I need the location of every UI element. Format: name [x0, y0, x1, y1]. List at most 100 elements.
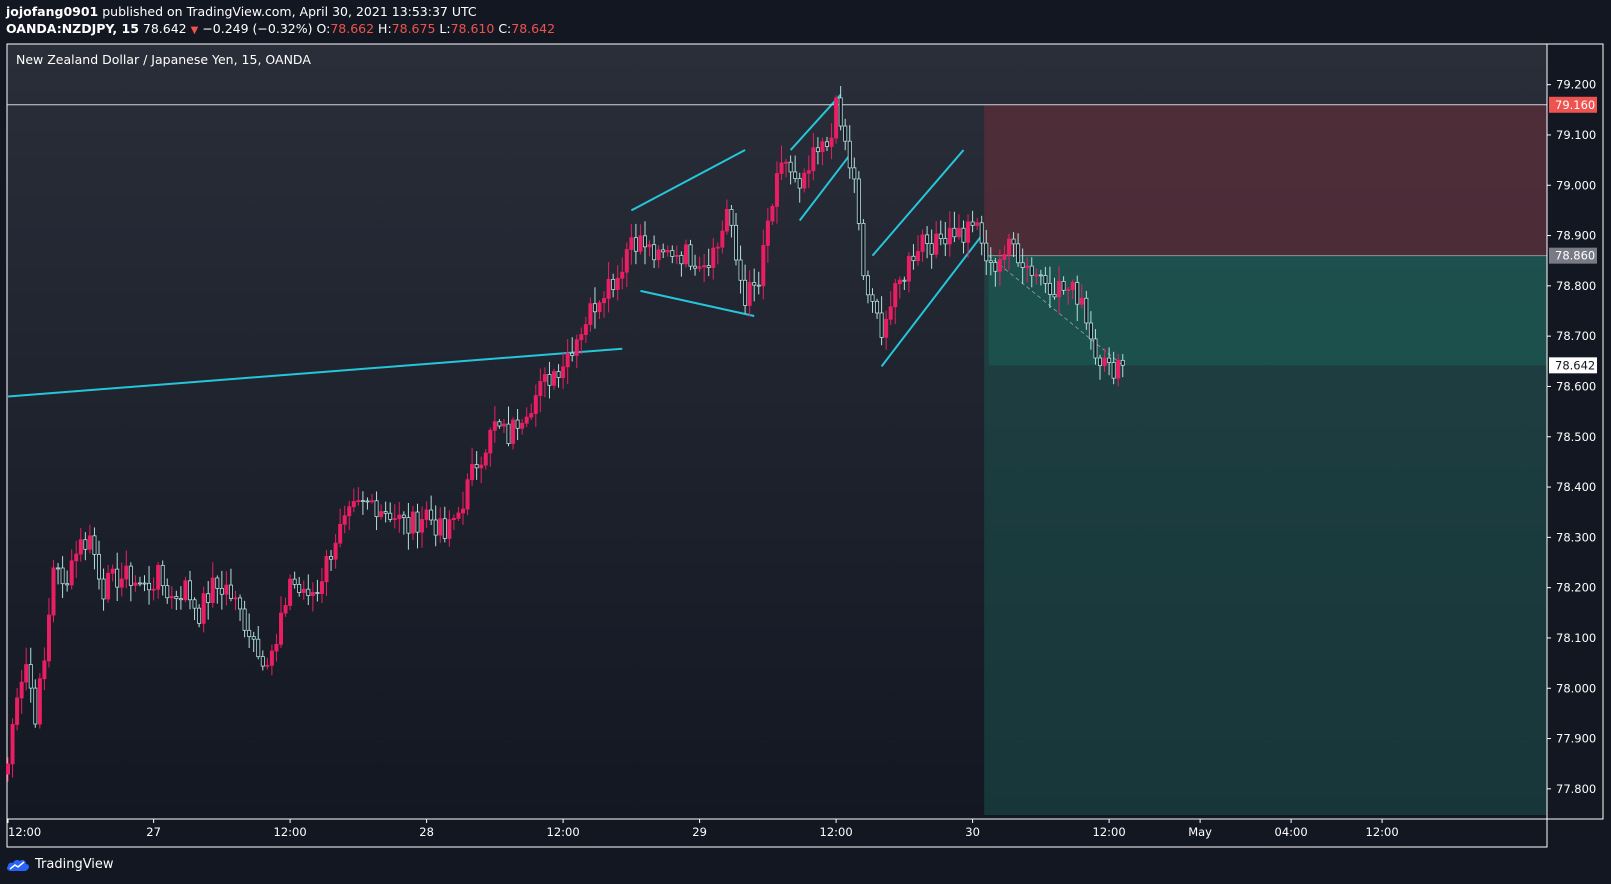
- candle-body: [693, 265, 698, 269]
- candle-body: [947, 227, 952, 245]
- candle-body: [69, 560, 74, 586]
- candle-body: [984, 242, 989, 262]
- candle-body: [474, 464, 479, 469]
- candle-body: [197, 607, 202, 624]
- candle-body: [583, 324, 588, 335]
- candle-body: [6, 763, 11, 775]
- candle-body: [1029, 265, 1034, 276]
- candle-body: [884, 318, 889, 338]
- candle-body: [615, 277, 620, 290]
- candle-body: [1107, 357, 1112, 363]
- candle-body: [829, 137, 834, 147]
- candle-body: [747, 282, 752, 306]
- candle-body: [511, 419, 516, 444]
- candle-body: [219, 587, 224, 595]
- candle-body: [1093, 338, 1098, 359]
- candle-body: [911, 255, 916, 262]
- candle-body: [187, 580, 192, 601]
- candle-body: [620, 271, 625, 279]
- candle-body: [702, 265, 707, 268]
- candle-body: [825, 141, 830, 147]
- candle-body: [633, 237, 638, 252]
- candle-body: [438, 518, 443, 536]
- price-tick-label: 79.100: [1556, 128, 1596, 142]
- price-tick-label: 78.700: [1556, 329, 1596, 343]
- candle-body: [479, 464, 484, 469]
- price-tick-label: 78.600: [1556, 379, 1596, 393]
- candle-body: [1002, 254, 1007, 260]
- price-chart[interactable]: 77.800 77.900 78.000 78.100 78.200 78.300 78.4…: [0, 0, 1611, 884]
- candle-body: [42, 660, 47, 680]
- candle-body: [310, 592, 315, 596]
- candle-body: [392, 518, 397, 521]
- candle-body: [137, 582, 142, 585]
- candle-body: [319, 581, 324, 594]
- candle-body: [879, 312, 884, 338]
- candle-body: [410, 511, 415, 534]
- candle-body: [743, 279, 748, 306]
- candle-body: [24, 664, 29, 683]
- candle-body: [315, 592, 320, 594]
- candle-body: [706, 265, 711, 268]
- candle-body: [283, 605, 288, 614]
- candle-body: [210, 577, 215, 604]
- price-tick-label: 79.200: [1556, 78, 1596, 92]
- candle-body: [875, 300, 880, 314]
- position-zones: [984, 104, 1547, 816]
- candle-body: [979, 222, 984, 244]
- candle-body: [397, 514, 402, 520]
- time-tick-label: 30: [965, 825, 980, 839]
- candle-body: [715, 246, 720, 249]
- candle-body: [297, 584, 302, 593]
- candle-body: [383, 511, 388, 514]
- candle-body: [83, 539, 88, 550]
- time-tick-label: 12:00: [820, 825, 853, 839]
- candle-body: [1116, 359, 1121, 379]
- candle-body: [602, 298, 607, 304]
- candle-body: [606, 278, 611, 299]
- candle-body: [115, 568, 120, 588]
- price-tick-label: 78.000: [1556, 681, 1596, 695]
- candle-body: [97, 554, 102, 580]
- candle-body: [429, 509, 434, 521]
- candle-body: [542, 374, 547, 382]
- candle-body: [738, 259, 743, 281]
- candle-body: [592, 303, 597, 313]
- candle-body: [401, 514, 406, 518]
- candle-body: [1070, 282, 1075, 290]
- time-axis-area[interactable]: [6, 818, 1548, 848]
- candle-body: [524, 416, 529, 424]
- candle-body: [861, 223, 866, 277]
- candle-body: [78, 539, 83, 555]
- candle-body: [961, 227, 966, 243]
- candle-body: [1038, 274, 1043, 277]
- candle-body: [624, 249, 629, 273]
- candle-body: [756, 284, 761, 287]
- candle-body: [806, 170, 811, 174]
- candle-body: [688, 244, 693, 267]
- candle-body: [561, 366, 566, 378]
- candle-body: [1025, 265, 1030, 268]
- price-tick-label: 77.800: [1556, 782, 1596, 796]
- candle-body: [1047, 283, 1052, 295]
- candle-body: [369, 500, 374, 503]
- candle-body: [265, 664, 270, 667]
- candle-body: [893, 283, 898, 308]
- candle-body: [565, 352, 570, 368]
- candle-body: [338, 523, 343, 544]
- candle-body: [224, 584, 229, 595]
- candle-body: [1088, 322, 1093, 340]
- candle-body: [797, 178, 802, 189]
- candle-body: [497, 421, 502, 427]
- candle-body: [729, 208, 734, 226]
- tradingview-footer[interactable]: TradingView: [6, 857, 114, 872]
- candle-body: [333, 542, 338, 560]
- candle-body: [975, 222, 980, 226]
- candle-body: [724, 208, 729, 232]
- candle-body: [183, 580, 188, 601]
- candle-body: [470, 464, 475, 481]
- candle-body: [638, 235, 643, 252]
- candle-body: [1052, 293, 1057, 298]
- stop-loss-zone: [984, 104, 1547, 256]
- candle-body: [1111, 362, 1116, 379]
